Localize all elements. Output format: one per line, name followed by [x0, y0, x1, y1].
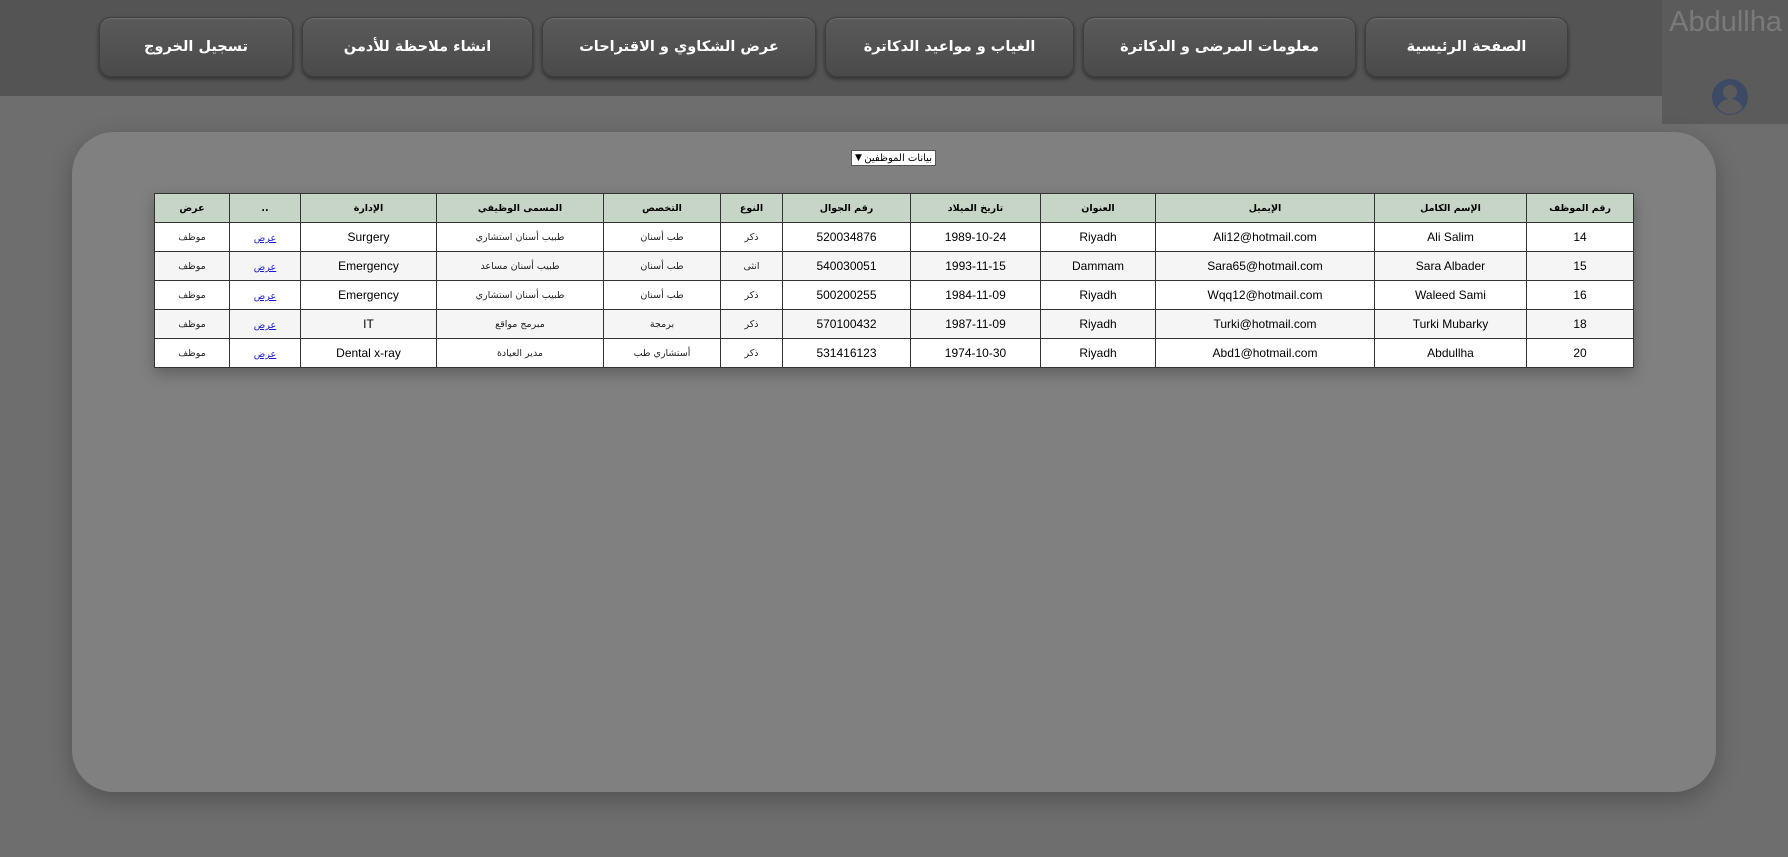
cell-full-name: Waleed Sami: [1374, 280, 1527, 310]
cell-email: Turki@hotmail.com: [1155, 309, 1375, 339]
cell-email: Wqq12@hotmail.com: [1155, 280, 1375, 310]
cell-job-title: مدير العيادة: [436, 338, 604, 368]
cell-birth-date: 1989-10-24: [910, 222, 1041, 252]
view-link[interactable]: عرض: [254, 349, 276, 360]
table-header-row: رقم الموظف الإسم الكامل الإيميل العنوان …: [154, 193, 1634, 223]
user-name: Abdullha: [1669, 6, 1782, 38]
cell-link: عرض: [229, 222, 301, 252]
cell-address: Riyadh: [1040, 222, 1156, 252]
cell-specialty: أستشاري طب: [603, 338, 721, 368]
header-dots: ..: [229, 193, 301, 223]
cell-address: Riyadh: [1040, 309, 1156, 339]
cell-emp-id: 14: [1526, 222, 1634, 252]
cell-job-title: طبيب أسنان استشاري: [436, 222, 604, 252]
cell-birth-date: 1987-11-09: [910, 309, 1041, 339]
data-type-select[interactable]: بيانات الموظفين ▼: [851, 150, 936, 166]
cell-link: عرض: [229, 309, 301, 339]
cell-gender: انثى: [720, 251, 783, 281]
header-emp-id: رقم الموظف: [1526, 193, 1634, 223]
cell-mobile: 531416123: [782, 338, 911, 368]
cell-specialty: طب أسنان: [603, 280, 721, 310]
cell-specialty: برمجة: [603, 309, 721, 339]
cell-link: عرض: [229, 280, 301, 310]
cell-address: Riyadh: [1040, 280, 1156, 310]
cell-emp-id: 15: [1526, 251, 1634, 281]
cell-department: Emergency: [300, 280, 437, 310]
view-link[interactable]: عرض: [254, 262, 276, 273]
cell-link: عرض: [229, 338, 301, 368]
nav-patients-doctors-button[interactable]: معلومات المرضى و الدكاترة: [1083, 17, 1356, 77]
cell-email: Ali12@hotmail.com: [1155, 222, 1375, 252]
cell-address: Riyadh: [1040, 338, 1156, 368]
table-row: 18 Turki Mubarky Turki@hotmail.com Riyad…: [154, 309, 1634, 339]
table-row: 20 Abdullha Abd1@hotmail.com Riyadh 1974…: [154, 338, 1634, 368]
header-view: عرض: [154, 193, 230, 223]
header-address: العنوان: [1040, 193, 1156, 223]
table-row: 15 Sara Albader Sara65@hotmail.com Damma…: [154, 251, 1634, 281]
view-link[interactable]: عرض: [254, 320, 276, 331]
user-panel: Abdullha: [1662, 0, 1788, 124]
cell-full-name: Ali Salim: [1374, 222, 1527, 252]
cell-full-name: Abdullha: [1374, 338, 1527, 368]
nav-home-button[interactable]: الصفحة الرئيسية: [1365, 17, 1568, 77]
cell-gender: ذكر: [720, 338, 783, 368]
cell-gender: ذكر: [720, 280, 783, 310]
nav-absence-appointments-button[interactable]: الغياب و مواعيد الدكاترة: [825, 17, 1074, 77]
cell-type: موظف: [154, 280, 230, 310]
table-row: 16 Waleed Sami Wqq12@hotmail.com Riyadh …: [154, 280, 1634, 310]
view-link[interactable]: عرض: [254, 233, 276, 244]
cell-gender: ذكر: [720, 222, 783, 252]
header-specialty: التخصص: [603, 193, 721, 223]
view-link[interactable]: عرض: [254, 291, 276, 302]
cell-type: موظف: [154, 338, 230, 368]
cell-mobile: 520034876: [782, 222, 911, 252]
header-birth-date: تاريخ الميلاد: [910, 193, 1041, 223]
data-type-select-value: بيانات الموظفين: [864, 152, 932, 164]
cell-mobile: 540030051: [782, 251, 911, 281]
cell-type: موظف: [154, 251, 230, 281]
cell-emp-id: 20: [1526, 338, 1634, 368]
cell-birth-date: 1993-11-15: [910, 251, 1041, 281]
cell-department: Surgery: [300, 222, 437, 252]
cell-emp-id: 18: [1526, 309, 1634, 339]
header-department: الإدارة: [300, 193, 437, 223]
cell-mobile: 500200255: [782, 280, 911, 310]
cell-birth-date: 1974-10-30: [910, 338, 1041, 368]
header-job-title: المسمى الوظيفي: [436, 193, 604, 223]
cell-job-title: مبرمج مواقع: [436, 309, 604, 339]
cell-type: موظف: [154, 222, 230, 252]
cell-gender: ذكر: [720, 309, 783, 339]
cell-link: عرض: [229, 251, 301, 281]
table-row: 14 Ali Salim Ali12@hotmail.com Riyadh 19…: [154, 222, 1634, 252]
cell-department: IT: [300, 309, 437, 339]
user-circle-icon[interactable]: [1711, 78, 1749, 116]
cell-emp-id: 16: [1526, 280, 1634, 310]
header-email: الإيميل: [1155, 193, 1375, 223]
cell-mobile: 570100432: [782, 309, 911, 339]
nav-admin-note-button[interactable]: انشاء ملاحظة للأدمن: [302, 17, 533, 77]
chevron-down-icon: ▼: [855, 152, 862, 163]
employees-table: رقم الموظف الإسم الكامل الإيميل العنوان …: [154, 193, 1634, 368]
cell-birth-date: 1984-11-09: [910, 280, 1041, 310]
nav-logout-button[interactable]: تسجيل الخروج: [99, 17, 293, 77]
cell-specialty: طب أسنان: [603, 222, 721, 252]
cell-full-name: Sara Albader: [1374, 251, 1527, 281]
cell-job-title: طبيب أسنان مساعد: [436, 251, 604, 281]
cell-job-title: طبيب أسنان استشاري: [436, 280, 604, 310]
header-full-name: الإسم الكامل: [1374, 193, 1527, 223]
cell-email: Sara65@hotmail.com: [1155, 251, 1375, 281]
cell-address: Dammam: [1040, 251, 1156, 281]
cell-email: Abd1@hotmail.com: [1155, 338, 1375, 368]
cell-type: موظف: [154, 309, 230, 339]
cell-specialty: طب أسنان: [603, 251, 721, 281]
cell-department: Emergency: [300, 251, 437, 281]
cell-full-name: Turki Mubarky: [1374, 309, 1527, 339]
header-gender: النوع: [720, 193, 783, 223]
cell-department: Dental x-ray: [300, 338, 437, 368]
nav-complaints-button[interactable]: عرض الشكاوي و الاقتراحات: [542, 17, 816, 77]
header-mobile: رقم الجوال: [782, 193, 911, 223]
